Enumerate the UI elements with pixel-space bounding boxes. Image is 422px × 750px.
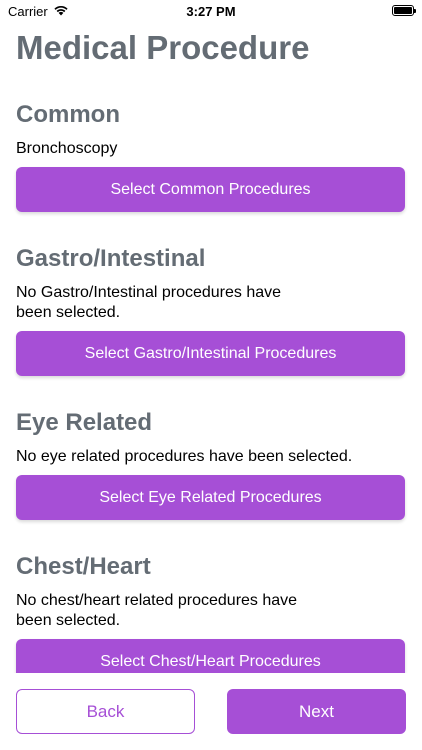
section-text-chest-line: been selected. <box>16 612 121 629</box>
section-text-eye: No eye related procedures have been sele… <box>16 448 353 465</box>
section-text-chest-line: No chest/heart related procedures have <box>16 592 298 609</box>
section-text-gastro-line: been selected. <box>16 304 121 321</box>
footer: Back Next <box>0 673 422 750</box>
section-heading-eye: Eye Related <box>16 409 153 436</box>
select-chest-procedures-button[interactable]: Select Chest/Heart Procedures <box>16 639 405 673</box>
select-eye-procedures-button[interactable]: Select Eye Related Procedures <box>16 475 405 520</box>
page-title: Medical Procedure <box>16 29 310 66</box>
next-button[interactable]: Next <box>227 689 406 734</box>
section-text-chest: No chest/heart related procedures have b… <box>16 591 336 631</box>
scroll-content[interactable]: Medical Procedure Common Bronchoscopy Se… <box>0 0 422 673</box>
back-button[interactable]: Back <box>16 689 195 734</box>
section-text-common: Bronchoscopy <box>16 140 118 157</box>
section-heading-gastro: Gastro/Intestinal <box>16 245 206 272</box>
section-heading-chest: Chest/Heart <box>16 553 151 580</box>
section-text-gastro: No Gastro/Intestinal procedures have bee… <box>16 283 316 323</box>
select-gastro-procedures-button[interactable]: Select Gastro/Intestinal Procedures <box>16 331 405 376</box>
section-heading-common: Common <box>16 101 120 128</box>
select-common-procedures-button[interactable]: Select Common Procedures <box>16 167 405 212</box>
section-text-gastro-line: No Gastro/Intestinal procedures have <box>16 284 282 301</box>
